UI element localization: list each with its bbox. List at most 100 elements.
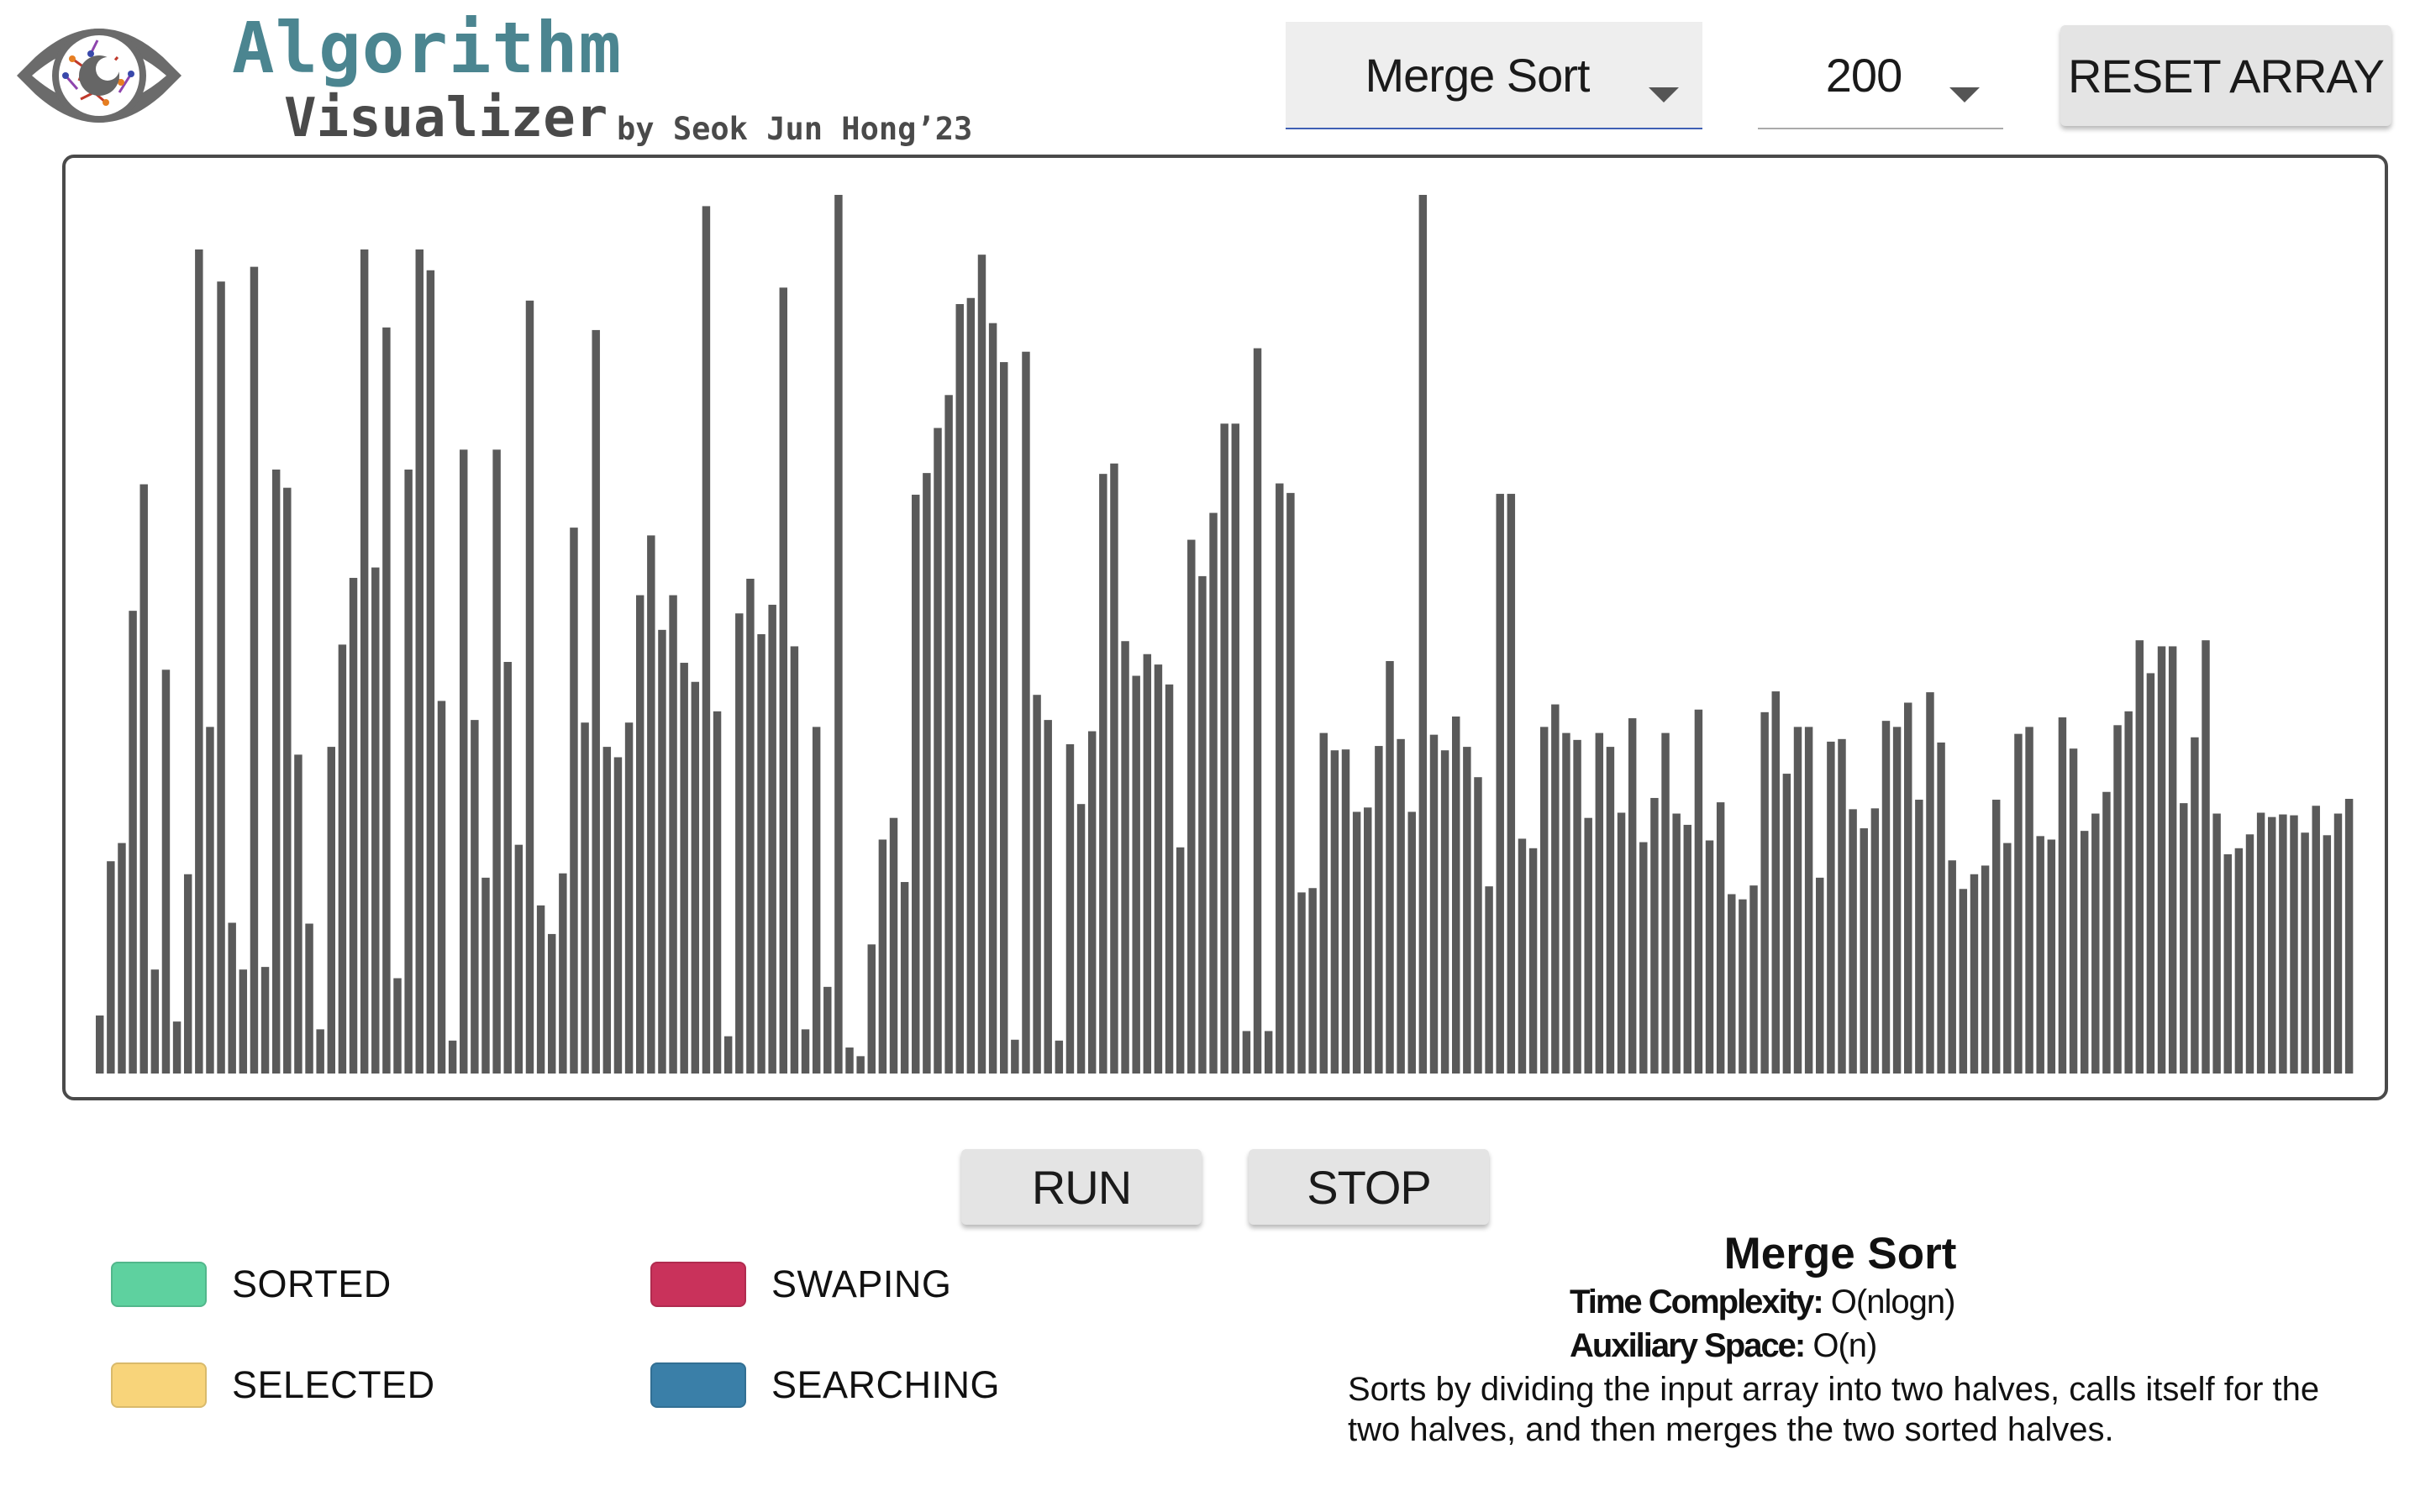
array-bar	[1584, 817, 1592, 1074]
array-bar	[514, 844, 523, 1074]
array-bar	[1881, 721, 1891, 1074]
array-bar	[801, 1029, 810, 1074]
array-bar	[889, 817, 898, 1074]
array-bar	[206, 727, 214, 1074]
array-bar	[1352, 811, 1361, 1074]
array-bar	[448, 1040, 457, 1074]
array-bar	[1110, 463, 1118, 1074]
array-bar	[2301, 832, 2309, 1074]
array-bar	[1429, 734, 1439, 1074]
array-bar	[2279, 814, 2287, 1074]
array-bar	[2268, 816, 2276, 1074]
chevron-down-icon	[1949, 87, 1980, 102]
array-bar	[1452, 717, 1460, 1074]
array-bar	[1904, 702, 1912, 1074]
array-bar	[1132, 675, 1140, 1074]
array-bar	[923, 473, 931, 1074]
array-bar	[1143, 654, 1152, 1074]
array-bar	[779, 287, 788, 1074]
array-bar	[327, 747, 336, 1074]
array-bar	[2245, 834, 2254, 1074]
array-bar	[680, 663, 688, 1074]
array-bar	[2069, 748, 2078, 1074]
array-bar	[1551, 704, 1560, 1074]
array-bar	[536, 905, 545, 1074]
legend-swatch-selected	[111, 1362, 207, 1408]
array-bar	[834, 195, 843, 1074]
array-bar	[1264, 1031, 1273, 1074]
array-bar	[592, 329, 600, 1074]
array-bar	[1440, 750, 1449, 1074]
array-size-select[interactable]: 200	[1758, 22, 2003, 129]
array-bar	[1407, 811, 1416, 1074]
legend-item-sorted: SORTED	[111, 1262, 392, 1307]
array-bar	[1639, 842, 1648, 1074]
array-bar	[1463, 747, 1471, 1074]
array-bar	[1000, 362, 1008, 1074]
array-bar	[790, 646, 799, 1074]
array-bar	[1628, 718, 1637, 1074]
array-bar	[1187, 539, 1196, 1074]
array-bar	[977, 255, 986, 1074]
array-bar	[845, 1047, 854, 1074]
array-bar	[1782, 774, 1791, 1074]
array-bar	[415, 249, 424, 1074]
legend-label: SWAPING	[771, 1263, 952, 1305]
legend-label: SORTED	[232, 1263, 392, 1305]
array-bar	[2234, 848, 2244, 1074]
array-bar	[2091, 813, 2100, 1074]
array-bar	[294, 754, 302, 1074]
array-bar	[1209, 512, 1218, 1074]
array-bar	[404, 470, 413, 1074]
array-bar	[305, 923, 313, 1074]
time-complexity-label: Time Complexity:	[1570, 1284, 1824, 1320]
array-bar	[1970, 874, 1979, 1074]
array-bar	[2344, 799, 2354, 1074]
array-bar	[1948, 860, 1956, 1074]
chevron-down-icon	[1649, 87, 1679, 102]
array-bar	[525, 300, 534, 1074]
array-bar	[96, 1015, 104, 1074]
array-bar	[2333, 813, 2343, 1074]
array-bar	[426, 270, 435, 1074]
legend-item-selected: SELECTED	[111, 1362, 435, 1408]
array-bar	[371, 567, 380, 1074]
time-complexity: Time Complexity: O(nlogn)	[1570, 1284, 1956, 1321]
array-bar	[1198, 575, 1207, 1074]
array-bar	[581, 722, 589, 1074]
array-bar	[349, 577, 358, 1074]
array-bar	[1397, 738, 1405, 1074]
array-bar	[757, 634, 765, 1074]
array-bar	[1231, 423, 1240, 1074]
array-bar	[2113, 725, 2122, 1074]
array-bar	[503, 662, 512, 1074]
legend-item-swaping: SWAPING	[650, 1262, 951, 1307]
array-bar	[2146, 673, 2155, 1074]
array-bar	[1959, 889, 1968, 1074]
array-bar	[2202, 640, 2210, 1074]
array-bar	[1838, 738, 1846, 1074]
array-bar	[283, 487, 292, 1074]
array-bar	[1242, 1031, 1251, 1074]
array-bar	[823, 986, 832, 1074]
array-bar	[492, 449, 501, 1074]
array-bar	[647, 535, 655, 1074]
array-bar	[1099, 474, 1107, 1074]
array-bar	[1915, 800, 1923, 1074]
array-bar	[1739, 899, 1747, 1074]
algorithm-select[interactable]: Merge Sort	[1286, 22, 1702, 129]
array-bar	[624, 722, 634, 1074]
array-bar	[1981, 865, 1990, 1074]
array-bar	[735, 613, 744, 1074]
array-bar	[107, 861, 115, 1074]
reset-array-button[interactable]: RESET ARRAY	[2060, 25, 2391, 126]
array-bar	[217, 281, 225, 1074]
array-bar	[1661, 732, 1670, 1074]
array-bar	[1087, 731, 1097, 1074]
array-bar	[2180, 803, 2188, 1074]
stop-button[interactable]: STOP	[1249, 1149, 1489, 1225]
time-complexity-value: O(nlogn)	[1822, 1284, 1956, 1320]
run-button[interactable]: RUN	[961, 1149, 1202, 1225]
array-bar	[1749, 885, 1758, 1074]
array-bar	[183, 874, 192, 1074]
